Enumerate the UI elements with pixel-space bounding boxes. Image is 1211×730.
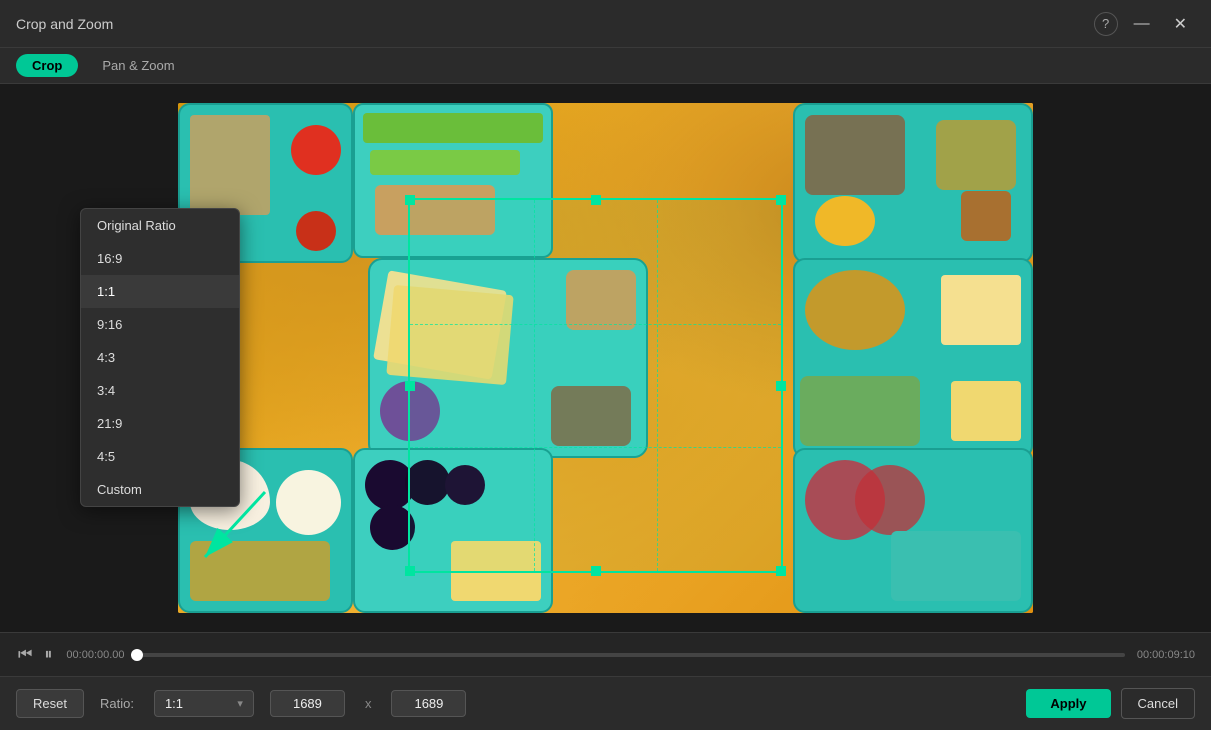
dimension-x-separator: x [365, 696, 372, 711]
reset-button[interactable]: Reset [16, 689, 84, 718]
current-time: 00:00:00.00 [66, 649, 124, 661]
ratio-dropdown: Original Ratio 16:9 1:1 9:16 4:3 3:4 21:… [80, 208, 240, 507]
lunchbox-top-right [793, 103, 1033, 263]
video-preview [178, 103, 1033, 613]
width-input[interactable] [270, 690, 345, 717]
lunchbox-bottom-right [793, 448, 1033, 613]
bottom-left: Reset Ratio: 1:1 ▾ x [16, 689, 466, 718]
bottom-right: Apply Cancel [1026, 688, 1195, 719]
ratio-item-4-3[interactable]: 4:3 [81, 341, 239, 374]
dark-panel-right [1029, 84, 1211, 632]
tab-bar: Crop Pan & Zoom [0, 48, 1211, 84]
timeline-track[interactable] [137, 653, 1125, 657]
timeline-controls: ⏮ ⏸ [16, 644, 54, 666]
tab-pan-zoom[interactable]: Pan & Zoom [86, 54, 190, 77]
ratio-item-3-4[interactable]: 3:4 [81, 374, 239, 407]
title-bar-right: ? — ✕ [1094, 10, 1195, 38]
skip-back-button[interactable]: ⏮ [16, 644, 34, 666]
ratio-select-value: 1:1 [165, 696, 183, 711]
ratio-item-4-5[interactable]: 4:5 [81, 440, 239, 473]
bottom-controls: Reset Ratio: 1:1 ▾ x Apply Cancel [0, 676, 1211, 730]
timeline-bar: ⏮ ⏸ 00:00:00.00 00:00:09:10 [0, 632, 1211, 676]
window-title: Crop and Zoom [16, 16, 113, 32]
preview-area: Original Ratio 16:9 1:1 9:16 4:3 3:4 21:… [0, 84, 1211, 632]
ratio-item-21-9[interactable]: 21:9 [81, 407, 239, 440]
ratio-item-16-9[interactable]: 16:9 [81, 242, 239, 275]
cancel-button[interactable]: Cancel [1121, 688, 1195, 719]
lunchbox-bottom-center [353, 448, 553, 613]
ratio-item-custom[interactable]: Custom [81, 473, 239, 506]
chevron-down-icon: ▾ [237, 697, 243, 710]
title-bar: Crop and Zoom ? — ✕ [0, 0, 1211, 48]
ratio-select[interactable]: 1:1 ▾ [154, 690, 254, 717]
timeline-thumb[interactable] [131, 649, 143, 661]
ratio-label: Ratio: [100, 696, 134, 711]
apply-button[interactable]: Apply [1026, 689, 1110, 718]
crop-zoom-window: Crop and Zoom ? — ✕ Crop Pan & Zoom [0, 0, 1211, 730]
main-content: Original Ratio 16:9 1:1 9:16 4:3 3:4 21:… [0, 84, 1211, 730]
title-bar-left: Crop and Zoom [16, 16, 113, 32]
lunchbox-center [368, 258, 648, 458]
ratio-item-1-1[interactable]: 1:1 [81, 275, 239, 308]
help-button[interactable]: ? [1094, 12, 1118, 36]
close-button[interactable]: ✕ [1166, 10, 1195, 38]
lunchbox-top-center [353, 103, 553, 258]
play-pause-button[interactable]: ⏸ [42, 644, 54, 666]
height-input[interactable] [391, 690, 466, 717]
ratio-item-9-16[interactable]: 9:16 [81, 308, 239, 341]
minimize-button[interactable]: — [1126, 11, 1158, 37]
total-time: 00:00:09:10 [1137, 649, 1195, 661]
ratio-item-original[interactable]: Original Ratio [81, 209, 239, 242]
tab-crop[interactable]: Crop [16, 54, 78, 77]
lunchbox-right [793, 258, 1033, 458]
